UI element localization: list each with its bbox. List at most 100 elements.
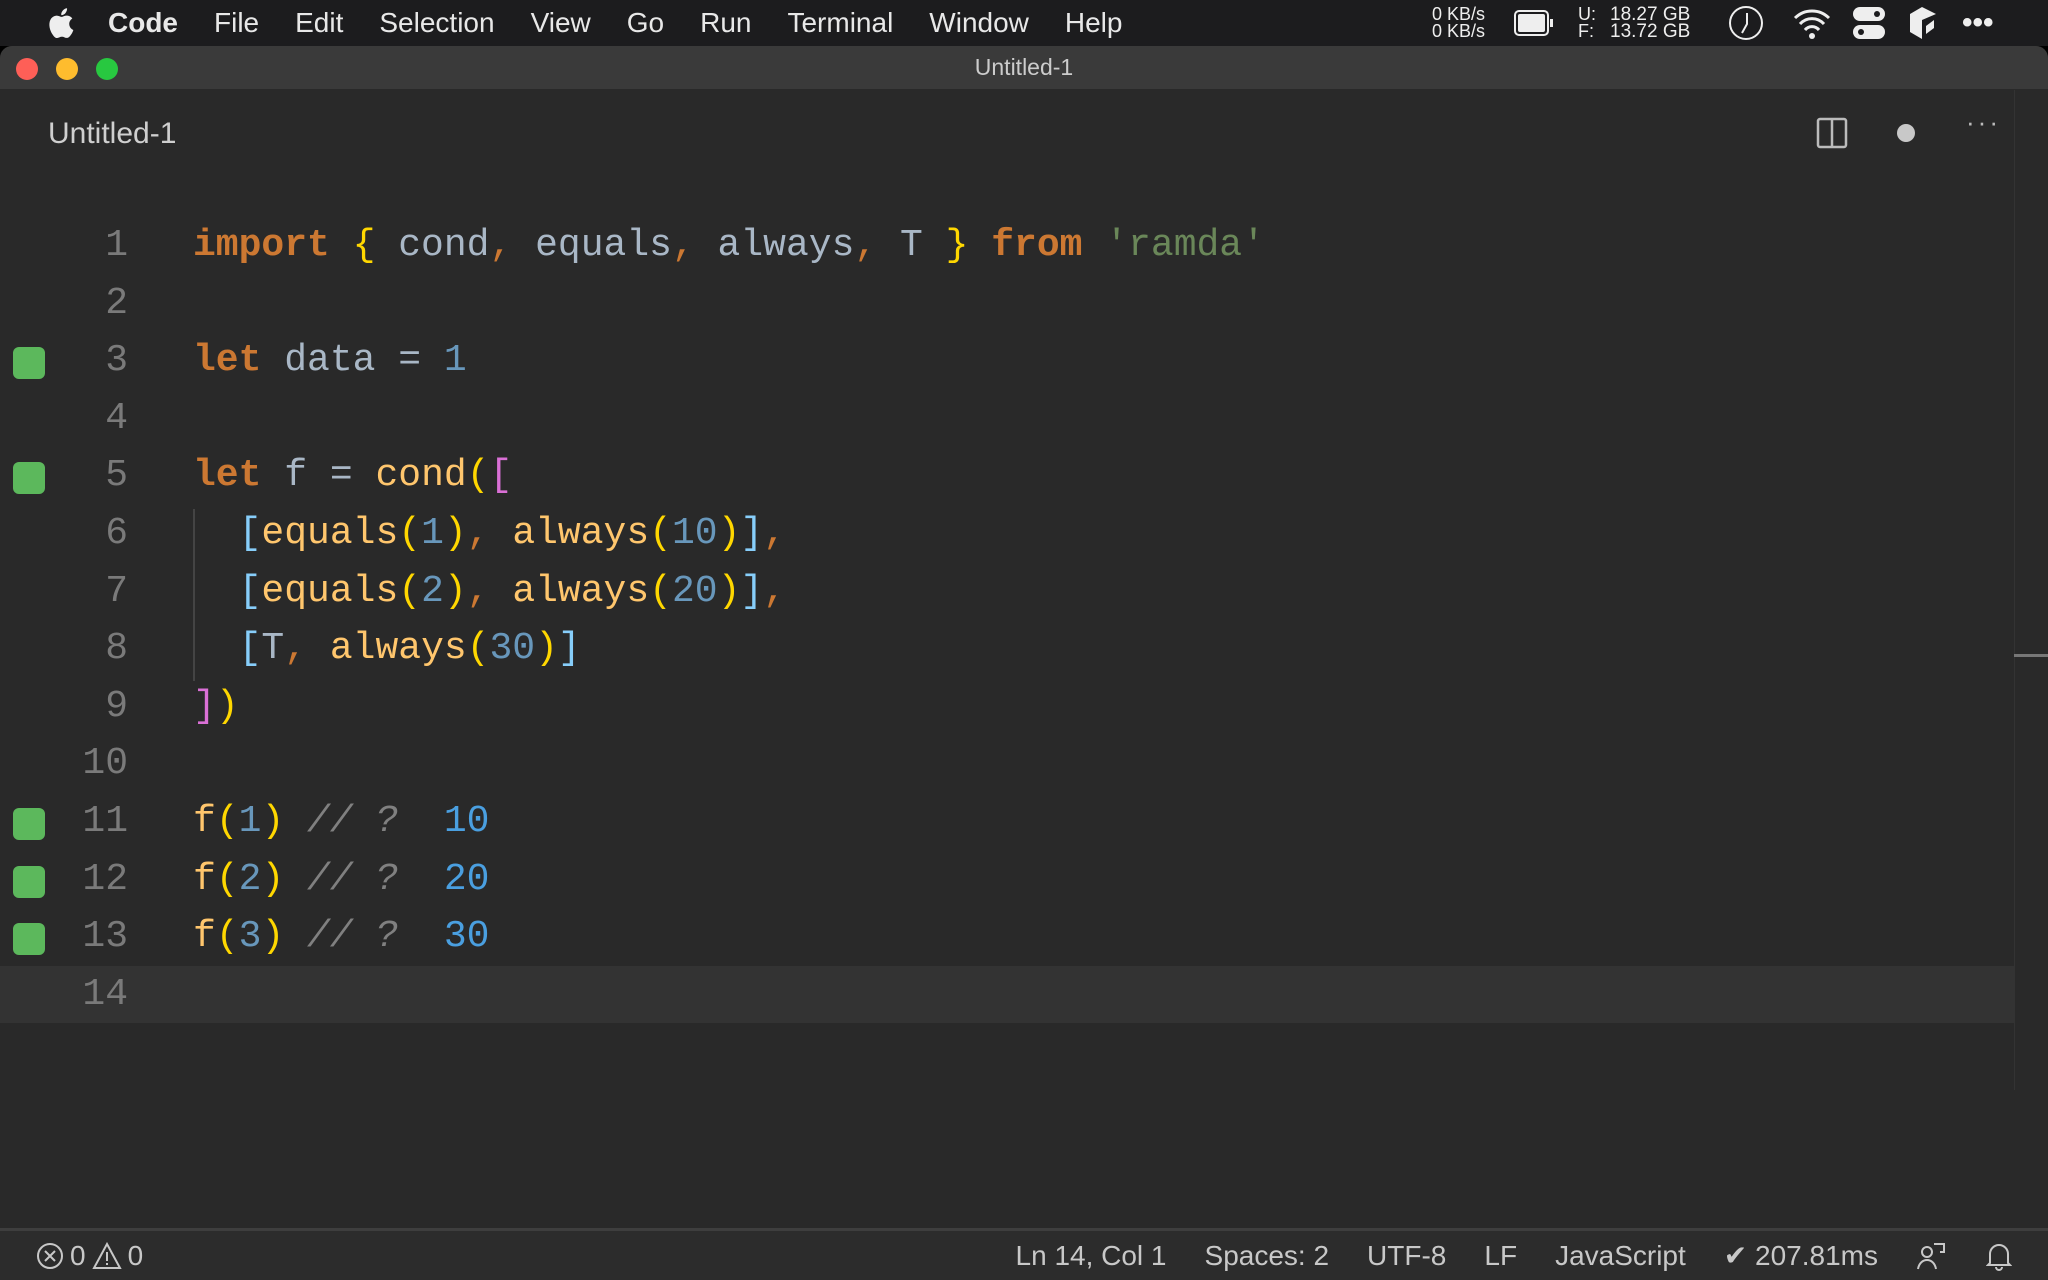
code-line[interactable]: 2 [0, 275, 2015, 333]
menu-terminal[interactable]: Terminal [769, 7, 911, 39]
token: ] [740, 569, 764, 613]
menu-window[interactable]: Window [911, 7, 1047, 39]
token: 10 [671, 512, 718, 555]
scrollbar-cursor-marker [2014, 654, 2048, 657]
menu-go[interactable]: Go [609, 7, 682, 39]
code-line[interactable]: 12 f(2) // ? 20 [0, 851, 2015, 909]
token: cond [375, 224, 490, 267]
tab-untitled-1[interactable]: Untitled-1 [48, 117, 176, 151]
line-code: f(2) // ? 20 [193, 851, 490, 909]
token: ) [717, 512, 741, 555]
token: [ [238, 512, 262, 555]
token: ) [261, 915, 285, 959]
token: f [193, 800, 216, 843]
token: ( [215, 800, 239, 843]
split-editor-icon[interactable] [1816, 117, 1848, 149]
token: , [466, 512, 490, 555]
line-code: [T, always(30)] [193, 620, 581, 678]
menu-run[interactable]: Run [682, 7, 769, 39]
line-code: [equals(1), always(10)], [193, 505, 786, 563]
control-center-icon[interactable] [1852, 6, 1886, 40]
code-line[interactable]: 11 f(1) // ? 10 [0, 793, 2015, 851]
token: ( [649, 569, 672, 613]
code-line[interactable]: 7 [equals(2), always(20)], [0, 563, 2015, 621]
token: import [193, 224, 330, 267]
code-line[interactable]: 6 [equals(1), always(10)], [0, 505, 2015, 563]
token: ( [398, 569, 422, 613]
close-button[interactable] [16, 58, 38, 80]
notifications-bell-icon[interactable] [1986, 1241, 2012, 1271]
more-actions-icon[interactable]: ··· [1966, 107, 2001, 138]
code-line[interactable]: 9]) [0, 678, 2015, 736]
menu-file[interactable]: File [196, 7, 277, 39]
menu-view[interactable]: View [513, 7, 609, 39]
code-line[interactable]: 13 f(3) // ? 30 [0, 908, 2015, 966]
code-line[interactable]: 3 let data = 1 [0, 332, 2015, 390]
code-line[interactable]: 4 [0, 390, 2015, 448]
token: , [284, 627, 308, 671]
net-down: 0 KB/s [1432, 21, 1486, 41]
token: ] [193, 684, 216, 728]
unsaved-dot-icon[interactable] [1896, 123, 1916, 143]
language-mode[interactable]: JavaScript [1555, 1240, 1686, 1272]
minimize-button[interactable] [56, 58, 78, 80]
wifi-icon[interactable] [1792, 6, 1832, 40]
quokka-timing[interactable]: ✔ 207.81ms [1724, 1239, 1878, 1272]
warning-icon [91, 1241, 122, 1269]
token: f [193, 857, 216, 901]
feedback-icon[interactable] [1916, 1241, 1946, 1271]
code-line[interactable]: 5 let f = cond([ [0, 447, 2015, 505]
line-number: 8 [105, 627, 128, 671]
menu-help[interactable]: Help [1047, 7, 1141, 39]
tab-bar: Untitled-1 ··· [0, 89, 2048, 174]
token: ) [443, 569, 467, 613]
clock-icon[interactable] [1728, 5, 1764, 41]
token: // ? [284, 915, 422, 959]
memory-monitor[interactable]: U: F: 18.27 GB 13.72 GB [1578, 0, 1690, 46]
cursor-position[interactable]: Ln 14, Col 1 [1016, 1240, 1167, 1272]
editor-window: Untitled-1 Untitled-1 ··· 1 import { cond… [0, 46, 2048, 1280]
code-line[interactable]: 10 [0, 735, 2015, 793]
code-line[interactable]: 14 [0, 965, 2015, 1024]
code-line[interactable]: 8 [T, always(30)] [0, 620, 2015, 678]
code-editor[interactable]: 1 import { cond, equals, always, T } from… [0, 174, 2048, 1224]
mem-free-label: F: [1578, 21, 1594, 41]
menu-app[interactable]: Code [90, 7, 196, 39]
line-code: f(1) // ? 10 [193, 793, 490, 851]
problems-indicator[interactable]: 0 0 [36, 1240, 143, 1272]
extension-icon[interactable] [1908, 6, 1938, 40]
network-monitor[interactable]: 0 KB/s 0 KB/s [1432, 0, 1485, 46]
end-of-line[interactable]: LF [1484, 1240, 1517, 1272]
token: [ [238, 569, 262, 613]
indentation[interactable]: Spaces: 2 [1205, 1240, 1330, 1272]
window-title: Untitled-1 [974, 54, 1074, 80]
coverage-marker [13, 923, 45, 956]
token: ( [466, 454, 490, 498]
zoom-button[interactable] [96, 58, 118, 80]
battery-icon[interactable] [1514, 10, 1554, 36]
menu-selection[interactable]: Selection [361, 7, 512, 39]
token: } [945, 224, 969, 267]
line-number: 12 [82, 857, 128, 901]
mem-free: 13.72 GB [1610, 21, 1691, 42]
encoding[interactable]: UTF-8 [1367, 1240, 1446, 1272]
token: 10 [421, 800, 490, 843]
token: , [466, 569, 490, 613]
scrollbar[interactable] [2014, 90, 2048, 1090]
token: , [763, 569, 786, 613]
apple-icon[interactable] [40, 6, 80, 40]
line-number: 9 [105, 684, 128, 728]
menu-edit[interactable]: Edit [277, 7, 361, 39]
token: = [398, 339, 422, 383]
coverage-marker [13, 808, 45, 840]
token: equals [512, 224, 672, 267]
code-line[interactable]: 1 import { cond, equals, always, T } from… [0, 217, 2015, 275]
more-icon[interactable]: ••• [1962, 0, 1994, 46]
token: 30 [421, 915, 490, 959]
coverage-marker [13, 347, 45, 380]
token: from [991, 224, 1083, 267]
title-bar: Untitled-1 [0, 46, 2048, 89]
